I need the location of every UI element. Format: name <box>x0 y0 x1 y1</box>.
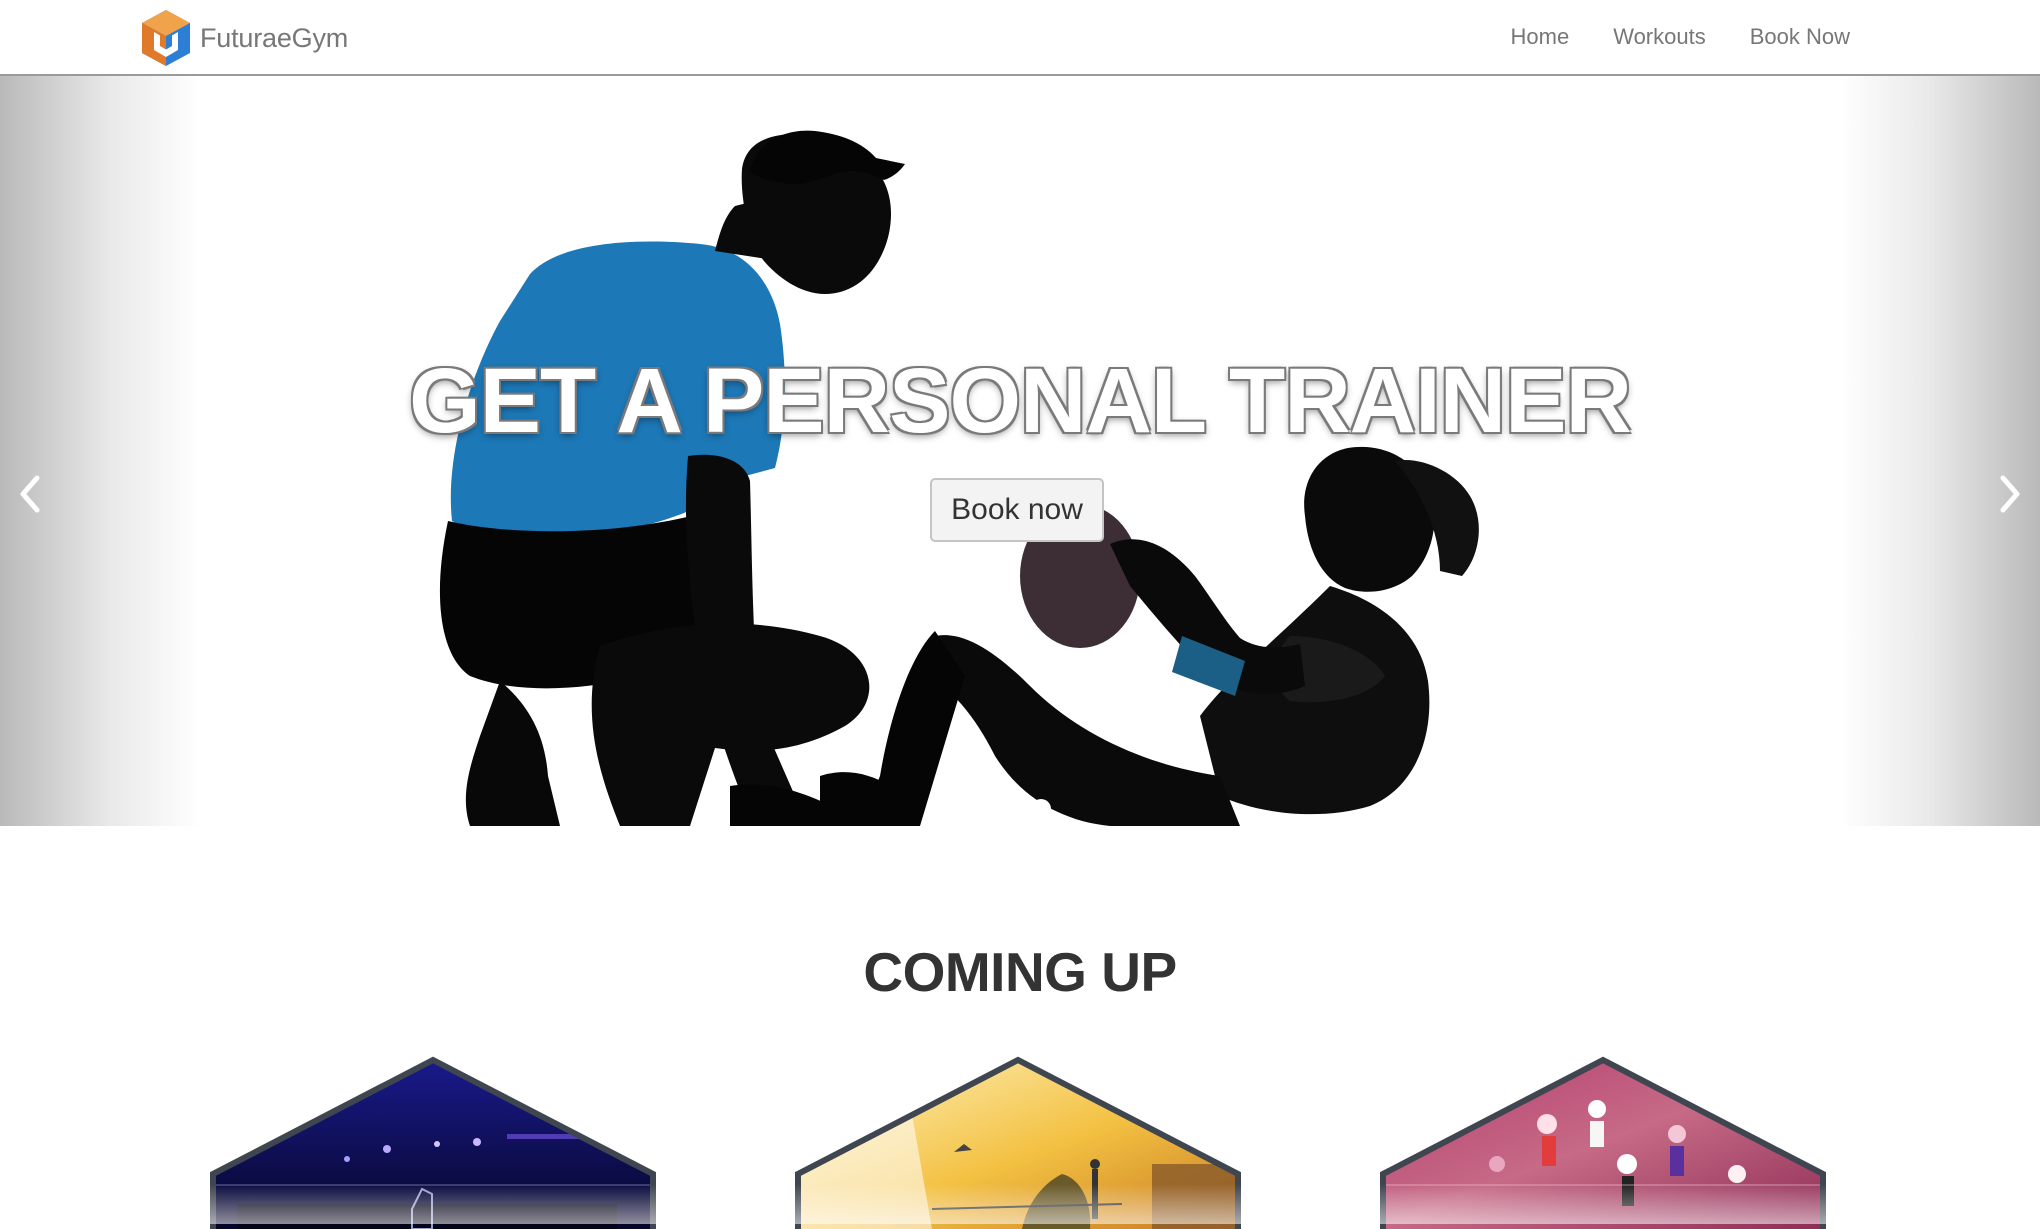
brand-name: FuturaeGym <box>200 22 349 53</box>
hero-carousel: GET A PERSONAL TRAINER Book now <box>0 76 2040 826</box>
nav-workouts[interactable]: Workouts <box>1613 24 1706 50</box>
navbar: FuturaeGym Home Workouts Book Now <box>0 0 2040 76</box>
carousel-indicator[interactable] <box>1031 799 1051 819</box>
brand[interactable]: FuturaeGym <box>138 8 348 68</box>
event-card-3[interactable] <box>1377 1054 1829 1229</box>
carousel-next-button[interactable] <box>1980 454 2040 534</box>
event-card-2[interactable] <box>792 1054 1244 1229</box>
chevron-right-icon <box>2000 475 2020 513</box>
event-card-1[interactable] <box>207 1054 659 1229</box>
cube-logo-icon <box>142 10 190 66</box>
main-nav: Home Workouts Book Now <box>1467 0 1850 74</box>
chevron-left-icon <box>20 475 40 513</box>
nav-book-now[interactable]: Book Now <box>1750 24 1850 50</box>
book-now-button[interactable]: Book now <box>930 478 1104 542</box>
section-title: COMING UP <box>863 941 1177 1003</box>
hero-title: GET A PERSONAL TRAINER <box>409 350 1632 452</box>
nav-home[interactable]: Home <box>1511 24 1570 50</box>
carousel-prev-button[interactable] <box>0 454 60 534</box>
